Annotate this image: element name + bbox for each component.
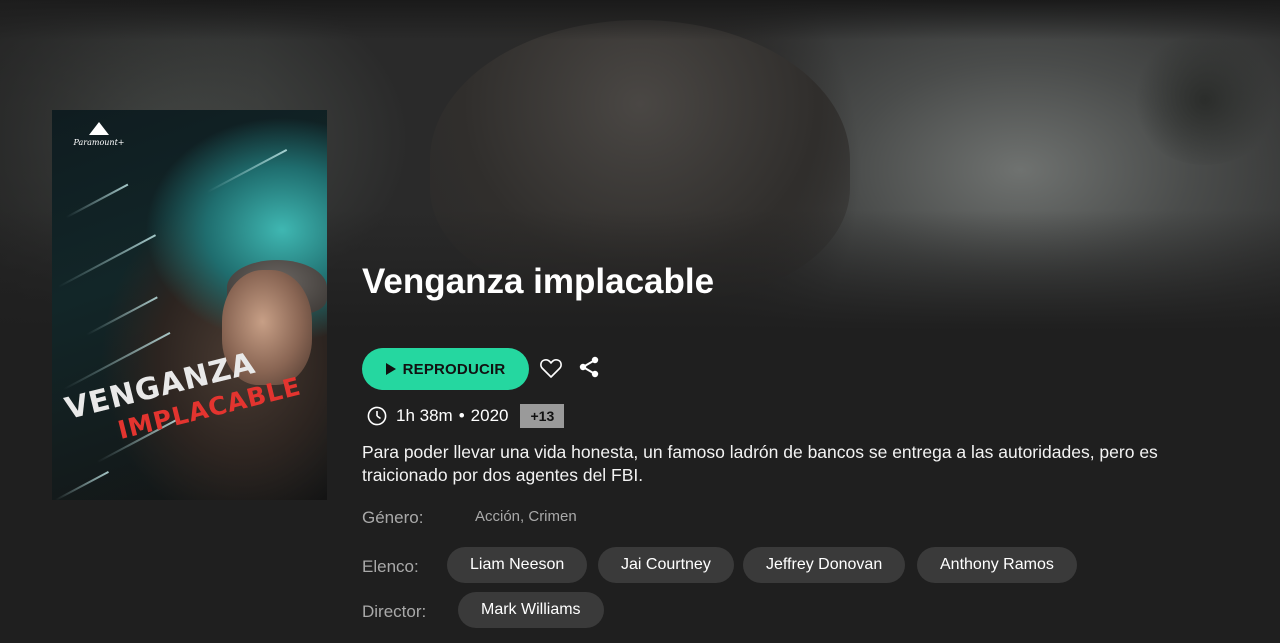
movie-title: Venganza implacable [362,262,715,301]
duration: 1h 38m [396,406,453,425]
favorite-button[interactable] [537,354,565,382]
genre-value: Acción, Crimen [475,508,577,525]
share-button[interactable] [575,353,603,381]
clock-icon [367,406,387,426]
play-button[interactable]: REPRODUCIR [362,348,529,390]
age-rating-badge: +13 [520,404,565,428]
cast-label: Elenco: [362,557,419,576]
director-chip[interactable]: Mark Williams [458,592,604,628]
movie-description: Para poder llevar una vida honesta, un f… [362,442,1158,485]
cast-chip[interactable]: Anthony Ramos [917,547,1077,583]
release-year: 2020 [470,406,509,425]
mountain-icon [86,120,112,136]
play-button-label: REPRODUCIR [402,360,506,378]
meta-separator: • [458,406,465,425]
cast-chip[interactable]: Jai Courtney [598,547,734,583]
cast-chip[interactable]: Jeffrey Donovan [743,547,906,583]
play-icon [385,363,396,375]
genre-label: Género: [362,508,424,527]
paramount-logo: Paramount+ [64,120,134,158]
movie-poster: Paramount+ VENGANZA IMPLACABLE [52,110,327,500]
heart-icon [540,359,562,378]
movie-meta: 1h 38m • 2020 +13 [367,403,565,429]
share-icon [579,356,599,378]
backdrop-foliage [1130,35,1280,165]
cast-chip[interactable]: Liam Neeson [447,547,588,583]
director-label: Director: [362,602,427,621]
